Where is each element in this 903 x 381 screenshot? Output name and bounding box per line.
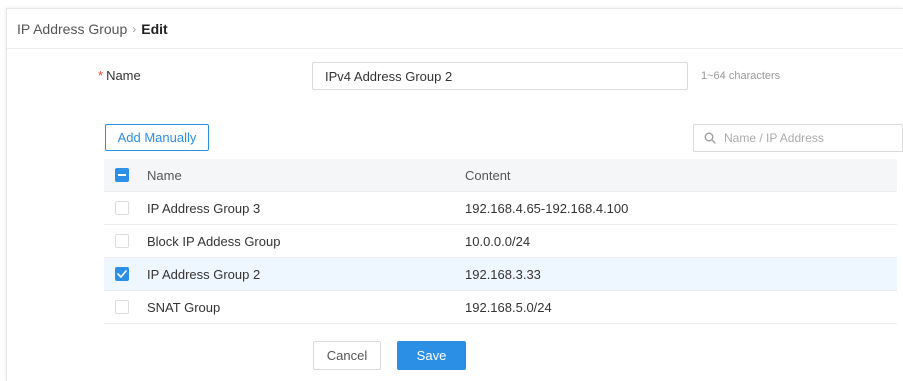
row-name: SNAT Group <box>147 299 221 315</box>
add-manually-button[interactable]: Add Manually <box>105 124 209 151</box>
table-row[interactable]: Block IP Addess Group 10.0.0.0/24 <box>104 225 897 258</box>
row-checkbox[interactable] <box>115 267 129 281</box>
row-check-cell <box>115 267 133 281</box>
header-check-cell <box>115 168 133 182</box>
breadcrumb: IP Address Group › Edit <box>7 9 903 49</box>
breadcrumb-current: Edit <box>141 20 168 37</box>
name-input[interactable] <box>312 62 688 90</box>
row-content: 192.168.3.33 <box>465 266 541 282</box>
minus-icon <box>118 174 126 176</box>
breadcrumb-parent[interactable]: IP Address Group <box>17 21 127 37</box>
name-label: * Name <box>98 68 141 83</box>
column-header-content: Content <box>465 167 511 183</box>
cancel-button[interactable]: Cancel <box>313 341 381 370</box>
table-row[interactable]: SNAT Group 192.168.5.0/24 <box>104 291 897 324</box>
row-checkbox[interactable] <box>115 201 129 215</box>
select-all-checkbox[interactable] <box>115 168 129 182</box>
row-check-cell <box>115 234 133 248</box>
row-checkbox[interactable] <box>115 234 129 248</box>
table-header-row: Name Content <box>104 159 897 192</box>
row-check-cell <box>115 300 133 314</box>
row-name: IP Address Group 3 <box>147 200 261 216</box>
row-check-cell <box>115 201 133 215</box>
row-content: 192.168.4.65-192.168.4.100 <box>465 200 629 216</box>
row-content: 10.0.0.0/24 <box>465 233 531 249</box>
table-row[interactable]: IP Address Group 2 192.168.3.33 <box>104 258 897 291</box>
search-input[interactable] <box>722 130 896 146</box>
row-name: IP Address Group 2 <box>147 266 261 282</box>
required-mark: * <box>98 68 104 83</box>
search-icon <box>704 132 716 144</box>
row-content: 192.168.5.0/24 <box>465 299 552 315</box>
check-icon <box>117 270 127 278</box>
column-header-name: Name <box>147 167 182 183</box>
search-box[interactable] <box>693 124 903 152</box>
address-group-table: Name Content IP Address Group 3 192.168.… <box>104 159 897 324</box>
name-label-text: Name <box>106 68 141 83</box>
name-hint: 1~64 characters <box>701 70 781 82</box>
table-row[interactable]: IP Address Group 3 192.168.4.65-192.168.… <box>104 192 897 225</box>
breadcrumb-separator-icon: › <box>132 21 137 36</box>
row-checkbox[interactable] <box>115 300 129 314</box>
row-name: Block IP Addess Group <box>147 233 281 249</box>
save-button[interactable]: Save <box>397 341 466 370</box>
name-form-row: *Name 1~64 characters <box>0 62 897 90</box>
